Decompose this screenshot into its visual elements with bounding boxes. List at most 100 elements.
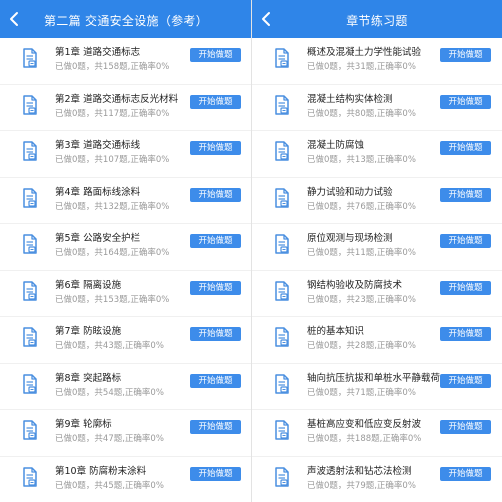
list-item[interactable]: 轴向抗压抗拔和单桩水平静载荷 已做0题，共71题,正确率0% 开始做题	[252, 364, 502, 410]
start-practice-button[interactable]: 开始做题	[190, 234, 241, 248]
start-practice-button[interactable]: 开始做题	[190, 94, 241, 109]
document-icon	[275, 373, 289, 394]
left-header: 第二篇 交通安全设施（参考）	[0, 0, 251, 38]
item-title: 第1章 道路交通标志	[55, 47, 141, 58]
item-progress: 已做0题，共107题,正确率0%	[55, 155, 170, 165]
list-item[interactable]: 第4章 路面标线涂料 已做0题，共132题,正确率0% 开始做题	[0, 178, 251, 224]
start-practice-button[interactable]: 开始做题	[440, 466, 491, 481]
start-practice-button[interactable]: 开始做题	[440, 373, 491, 388]
document-icon	[275, 327, 289, 347]
item-title: 第6章 隔离设施	[55, 279, 122, 291]
item-title: 轴向抗压抗拔和单桩水平静载荷	[307, 372, 441, 384]
chapter-list: 第1章 道路交通标志 已做0题，共158题,正确率0% 开始做题 第2章 道路交通标志…	[0, 38, 251, 502]
item-title: 混凝土防腐蚀	[307, 140, 365, 151]
right-screen: 章节练习题 概述及混凝土力学性能试验 已做0题，共31题,正确率0% 开始做题 混凝土…	[251, 0, 502, 502]
start-practice-button[interactable]: 开始做题	[190, 48, 241, 62]
item-progress: 已做0题，共117题,正确率0%	[55, 108, 170, 119]
list-item[interactable]: 第8章 突起路标已做0题，共54题,正确率0% 开始做题	[0, 364, 251, 410]
item-progress: 已做0题，共188题,正确率0%	[307, 434, 422, 444]
item-title: 原位观测与现场检测	[307, 233, 393, 244]
item-title: 第10章 防腐粉末涂料	[55, 465, 147, 477]
item-title: 第4章 路面标线涂料	[55, 186, 141, 198]
start-practice-button[interactable]: 开始做题	[440, 280, 491, 295]
item-progress: 已做0题，共28题,正确率0%	[307, 341, 416, 351]
document-icon	[23, 373, 37, 394]
document-icon	[275, 48, 289, 68]
start-practice-button[interactable]: 开始做题	[440, 48, 491, 62]
page-title: 章节练习题	[346, 14, 408, 28]
start-practice-button[interactable]: 开始做题	[190, 141, 241, 155]
document-icon	[23, 466, 37, 487]
start-practice-button[interactable]: 开始做题	[440, 187, 491, 202]
screens: 第二篇 交通安全设施（参考） 第1章 道路交通标志已做0题，共158题,正确率0…	[0, 0, 502, 502]
chevron-left-icon	[10, 12, 18, 26]
list-item[interactable]: 第6章 隔离设施已做0题，共153题,正确率0% 开始做题	[0, 271, 251, 317]
item-progress: 已做0题，共31题,正确率0%	[307, 62, 416, 72]
item-title: 第3章 道路交通标线	[55, 140, 141, 151]
item-progress: 已做0题，共158题,正确率0%	[55, 62, 170, 72]
right-header: 章节练习题	[252, 0, 502, 38]
item-title: 概述及混凝土力学性能试验	[307, 47, 422, 58]
start-practice-button[interactable]: 开始做题	[190, 466, 241, 481]
document-icon	[275, 187, 289, 208]
list-item[interactable]: 第3章 道路交通标线已做0题，共107题,正确率0% 开始做题	[0, 131, 251, 178]
item-title: 第2章 道路交通标志反光材料	[55, 93, 179, 105]
list-item[interactable]: 基桩高应变和低应变反射波 已做0题，共188题,正确率0% 开始做题	[252, 410, 502, 457]
start-practice-button[interactable]: 开始做题	[440, 327, 491, 341]
start-practice-button[interactable]: 开始做题	[190, 280, 241, 295]
document-icon	[23, 280, 37, 301]
start-practice-button[interactable]: 开始做题	[440, 234, 491, 248]
document-icon	[275, 141, 289, 161]
document-icon	[23, 327, 37, 347]
item-title: 第8章 突起路标	[55, 372, 122, 384]
start-practice-button[interactable]: 开始做题	[440, 420, 491, 434]
document-icon	[275, 280, 289, 301]
start-practice-button[interactable]: 开始做题	[190, 187, 241, 202]
document-icon	[23, 187, 37, 208]
item-progress: 已做0题，共80题,正确率0%	[307, 108, 416, 119]
item-title: 声波透射法和钻芯法检测	[307, 465, 412, 477]
list-item[interactable]: 第5章 公路安全护栏 已做0题，共164题,正确率0% 开始做题	[0, 224, 251, 271]
left-screen: 第二篇 交通安全设施（参考） 第1章 道路交通标志已做0题，共158题,正确率0…	[0, 0, 251, 502]
list-item[interactable]: 第9章 轮廓标 已做0题，共47题,正确率0% 开始做题	[0, 410, 251, 457]
list-item[interactable]: 第7章 防眩设施已做0题，共43题,正确率0% 开始做题	[0, 317, 251, 364]
document-icon	[275, 94, 289, 115]
start-practice-button[interactable]: 开始做题	[190, 420, 241, 434]
list-item[interactable]: 声波透射法和钻芯法检测 已做0题，共79题,正确率0% 开始做题	[252, 457, 502, 502]
start-practice-button[interactable]: 开始做题	[190, 327, 241, 341]
item-title: 基桩高应变和低应变反射波	[307, 419, 422, 430]
document-icon	[23, 94, 37, 115]
start-practice-button[interactable]: 开始做题	[190, 373, 241, 388]
item-progress: 已做0题，共54题,正确率0%	[55, 387, 164, 398]
list-item[interactable]: 概述及混凝土力学性能试验 已做0题，共31题,正确率0% 开始做题	[252, 38, 502, 85]
item-progress: 已做0题，共43题,正确率0%	[55, 341, 164, 351]
item-progress: 已做0题，共79题,正确率0%	[307, 480, 416, 491]
document-icon	[275, 466, 289, 487]
item-progress: 已做0题，共11题,正确率0%	[307, 248, 416, 258]
list-item[interactable]: 钢结构验收及防腐技术 已做0题，共23题,正确率0% 开始做题	[252, 271, 502, 317]
list-item[interactable]: 第10章 防腐粉末涂料已做0题，共45题,正确率0% 开始做题	[0, 457, 251, 502]
document-icon	[23, 48, 37, 68]
exercise-list: 概述及混凝土力学性能试验 已做0题，共31题,正确率0% 开始做题 混凝土结构实体检测…	[252, 38, 502, 502]
start-practice-button[interactable]: 开始做题	[440, 94, 491, 109]
item-progress: 已做0题，共23题,正确率0%	[307, 294, 416, 305]
page-title: 第二篇 交通安全设施（参考）	[44, 14, 209, 28]
list-item[interactable]: 静力试验和动力试验 已做0题，共76题,正确率0% 开始做题	[252, 178, 502, 224]
list-item[interactable]: 混凝土结构实体检测 已做0题，共80题,正确率0% 开始做题	[252, 85, 502, 131]
item-progress: 已做0题，共164题,正确率0%	[55, 248, 170, 258]
back-button[interactable]	[0, 0, 28, 38]
list-item[interactable]: 桩的基本知识已做0题，共28题,正确率0% 开始做题	[252, 317, 502, 364]
document-icon	[275, 234, 289, 254]
list-item[interactable]: 第1章 道路交通标志已做0题，共158题,正确率0% 开始做题	[0, 38, 251, 85]
item-progress: 已做0题，共153题,正确率0%	[55, 294, 170, 305]
document-icon	[23, 234, 37, 254]
item-progress: 已做0题，共45题,正确率0%	[55, 480, 164, 491]
item-title: 桩的基本知识	[307, 326, 365, 337]
document-icon	[23, 420, 37, 440]
item-progress: 已做0题，共71题,正确率0%	[307, 387, 416, 398]
list-item[interactable]: 混凝土防腐蚀 已做0题，共13题,正确率0% 开始做题	[252, 131, 502, 178]
list-item[interactable]: 第2章 道路交通标志反光材料 已做0题，共117题,正确率0% 开始做题	[0, 85, 251, 131]
start-practice-button[interactable]: 开始做题	[440, 141, 491, 155]
item-title: 第7章 防眩设施	[55, 326, 122, 337]
list-item[interactable]: 原位观测与现场检测已做0题，共11题,正确率0% 开始做题	[252, 224, 502, 271]
